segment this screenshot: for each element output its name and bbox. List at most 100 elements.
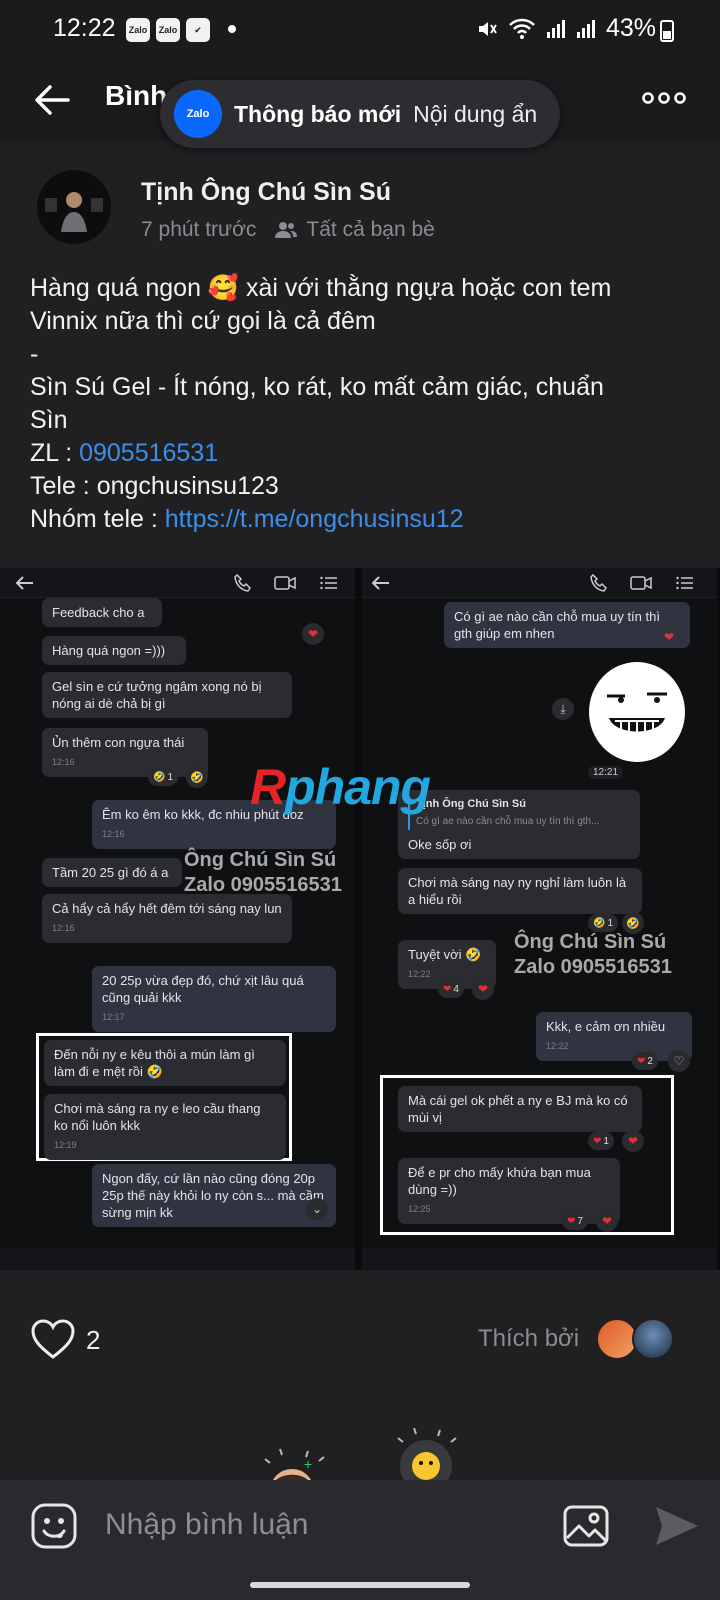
heart-outline-icon[interactable]: [30, 1318, 76, 1360]
chat-bubble: Tầm 20 25 gì đó á a: [42, 858, 182, 887]
checkbox-notification-icon: ✔: [186, 18, 210, 42]
post-line: Hàng quá ngon 🥰 xài với thằng ngựa hoặc …: [30, 274, 612, 302]
zl-label: ZL :: [30, 439, 80, 467]
reaction-pill: ❤ 4: [438, 980, 464, 998]
zalo-notification-icon: Zalo: [156, 18, 180, 42]
reaction-pill: ❤ 2: [632, 1052, 658, 1070]
post-line: Sìn Sú Gel - Ít nóng, ko rát, ko mất cảm…: [30, 373, 604, 401]
post-author-name[interactable]: Tịnh Ông Chú Sìn Sú: [141, 178, 391, 207]
more-horizontal-icon[interactable]: [642, 86, 686, 110]
author-avatar[interactable]: [37, 170, 111, 244]
comment-bar: [0, 1480, 720, 1572]
friends-icon: [275, 222, 298, 238]
quoted-message: Tịnh Ông Chú Sìn Sú Có gì ae nào cần chỗ…: [408, 796, 630, 830]
arrow-left-icon: [16, 576, 33, 590]
phone-link[interactable]: 0905516531: [79, 439, 218, 467]
chat-bubble: Chơi mà sáng ra ny e leo cầu thang ko nổ…: [44, 1094, 286, 1160]
notification-toast[interactable]: Zalo Thông báo mới Nội dung ẩn: [160, 80, 560, 148]
heart-reaction-icon: ❤: [472, 978, 494, 1000]
notification-body: Nội dung ẩn: [413, 100, 538, 127]
telegram-link[interactable]: https://t.me/ongchusinsu12: [165, 505, 464, 533]
mute-icon: [478, 21, 497, 36]
watermark-text: Ông Chú Sìn Sú Zalo 0905516531: [184, 849, 342, 896]
signal-icon: [546, 19, 565, 38]
chick-sticker-icon: [397, 1428, 457, 1488]
emoji-icon[interactable]: [30, 1502, 78, 1550]
reaction-pill: ❤ 7: [562, 1212, 588, 1230]
zalo-logo-icon: Zalo: [174, 90, 222, 138]
post-line: -: [30, 340, 39, 368]
liker-avatar[interactable]: [632, 1318, 674, 1360]
home-gesture-handle[interactable]: [250, 1582, 470, 1588]
group-label: Nhóm tele :: [30, 505, 165, 533]
sticker-time: 12:21: [588, 766, 624, 779]
phone-icon: [234, 574, 251, 592]
page-title: Bình: [105, 80, 168, 111]
heart-reaction-icon: ❤: [302, 623, 324, 645]
heart-reaction-icon: ❤: [596, 1210, 618, 1232]
chat-bubble: Đến nỗi ny e kêu thôi a mún làm gì làm đ…: [44, 1040, 286, 1086]
watermark-text: Ông Chú Sìn Sú Zalo 0905516531: [514, 931, 672, 978]
chat-input-bar: [362, 1248, 717, 1270]
download-icon: ⤓: [552, 698, 574, 720]
chat-bubble: Hàng quá ngon =))): [42, 636, 186, 665]
list-icon: [676, 576, 693, 590]
signal-icon: [576, 19, 595, 38]
svg-text:+: +: [304, 1456, 312, 1472]
chat-bubble: Cả hẩy cả hẩy hết đêm tới sáng nay lun 12…: [42, 894, 292, 943]
zalo-notification-icon: Zalo: [126, 18, 150, 42]
status-right: 43%: [476, 14, 656, 43]
chat-topbar: [0, 568, 355, 598]
chat-bubble: Để e pr cho mấy khứa bạn mua dùng =)) 12:…: [398, 1158, 620, 1224]
reaction-pill: ❤ 1: [588, 1132, 614, 1150]
logo-watermark: Rphang: [250, 759, 431, 815]
chat-bubble-own: Ngon đấy, cứ lần nào cũng đóng 20p 25p t…: [92, 1164, 336, 1227]
heart-reaction-icon: ❤: [622, 1130, 644, 1152]
quoted-reply-bubble: Tịnh Ông Chú Sìn Sú Có gì ae nào cần chỗ…: [398, 790, 640, 859]
arrow-left-icon: [372, 576, 389, 590]
chat-bubble: Feedback cho a: [42, 598, 162, 627]
post-line-group: Nhóm tele : https://t.me/ongchusinsu12: [30, 503, 690, 536]
grinning-sticker-icon: [589, 662, 685, 762]
chat-bubble-own: 20 25p vừa đẹp đó, chứ xịt lâu quá cũng …: [92, 966, 336, 1032]
phone-icon: [590, 574, 607, 592]
chat-bubble: Mà cái gel ok phết a ny e BJ mà ko có mù…: [398, 1086, 642, 1132]
scroll-down-icon: ⌄: [306, 1198, 328, 1220]
comment-input[interactable]: [105, 1500, 525, 1550]
chat-screenshot-left: Feedback cho a ❤ Hàng quá ngon =))) Gel …: [0, 568, 355, 1270]
status-time: 12:22: [53, 14, 116, 42]
battery-percent: 43%: [605, 14, 656, 42]
navigation-bar: [0, 1572, 720, 1600]
chat-bubble: Gel sìn e cứ tưởng ngâm xong nó bị nóng …: [42, 672, 292, 718]
chat-bubble-own: Kkk, e cảm ơn nhiều 12:22: [536, 1012, 692, 1061]
heart-outline-icon: ♡: [668, 1050, 690, 1072]
post-image[interactable]: Feedback cho a ❤ Hàng quá ngon =))) Gel …: [0, 568, 720, 1270]
reaction-pill: 🤣 1: [148, 768, 179, 786]
chat-bubble-own: Có gì ae nào cần chỗ mua uy tín thì gth …: [444, 602, 690, 648]
status-app-icons: Zalo Zalo ✔: [126, 18, 210, 42]
laugh-reaction-icon: 🤣: [186, 766, 208, 788]
notification-title: Thông báo mới: [234, 100, 402, 127]
chat-bubble: Chơi mà sáng nay ny nghỉ làm luôn là a h…: [398, 868, 642, 914]
list-icon: [320, 576, 337, 590]
post-line: Sìn: [30, 406, 68, 434]
send-icon[interactable]: [654, 1504, 700, 1548]
chat-bubble: Ủn thêm con ngựa thái 12:16: [42, 728, 208, 777]
post-line: Tele : ongchusinsu123: [30, 472, 279, 500]
post-line: Vinnix nữa thì cứ gọi là cả đêm: [30, 307, 376, 335]
status-bar: 12:22 Zalo Zalo ✔ 43%: [0, 0, 720, 60]
image-icon[interactable]: [562, 1502, 610, 1550]
arrow-left-icon[interactable]: [30, 78, 74, 122]
heart-reaction-icon: ❤: [663, 630, 675, 644]
like-count[interactable]: 2: [86, 1325, 100, 1356]
post-meta: 7 phút trước Tất cả bạn bè: [141, 218, 435, 242]
video-call-icon: [630, 576, 652, 590]
post-time: 7 phút trước: [141, 218, 257, 241]
post-content: Hàng quá ngon 🥰 xài với thằng ngựa hoặc …: [30, 272, 690, 536]
chat-input-bar: [0, 1248, 355, 1270]
liked-by-label[interactable]: Thích bởi: [478, 1325, 579, 1353]
post-line-zl: ZL : 0905516531: [30, 437, 690, 470]
post-audience: Tất cả bạn bè: [306, 218, 435, 241]
battery-icon: [660, 20, 674, 42]
video-call-icon: [274, 576, 296, 590]
